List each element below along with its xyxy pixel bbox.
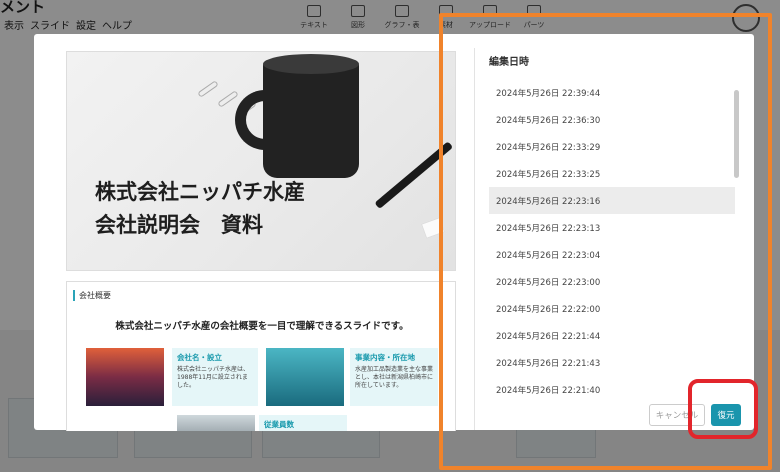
slide-title-text: 株式会社ニッパチ水産 会社説明会 資料 [95,180,305,237]
mug-image [263,54,359,74]
preview-slide-overview: 会社概要 株式会社ニッパチ水産の会社概要を一目で理解できるスライドです。 会社名… [66,281,456,431]
slide-section-label: 会社概要 [73,290,111,301]
info-card: 従業員数 [259,415,347,431]
slide-preview: 株式会社ニッパチ水産 会社説明会 資料 会社概要 株式会社ニッパチ水産の会社概要… [66,51,458,431]
paperclip-image [217,90,239,108]
factory-photo [177,415,255,431]
sunset-photo [86,348,164,406]
slide-subtitle: 株式会社ニッパチ水産の会社概要を一目で理解できるスライドです。 [115,321,409,332]
annotation-highlight-restore [688,379,758,439]
mug-image [263,60,359,178]
preview-slide-title: 株式会社ニッパチ水産 会社説明会 資料 [66,51,456,271]
info-card: 事業内容・所在地 水産加工品製造業を主な事業とし、本社は新潟県柏崎市に所在してい… [350,348,438,406]
paperclip-image [197,80,219,98]
fish-photo [266,348,344,406]
info-card: 会社名・設立 株式会社ニッパチ水産は、1988年11月に設立されました。 [172,348,258,406]
